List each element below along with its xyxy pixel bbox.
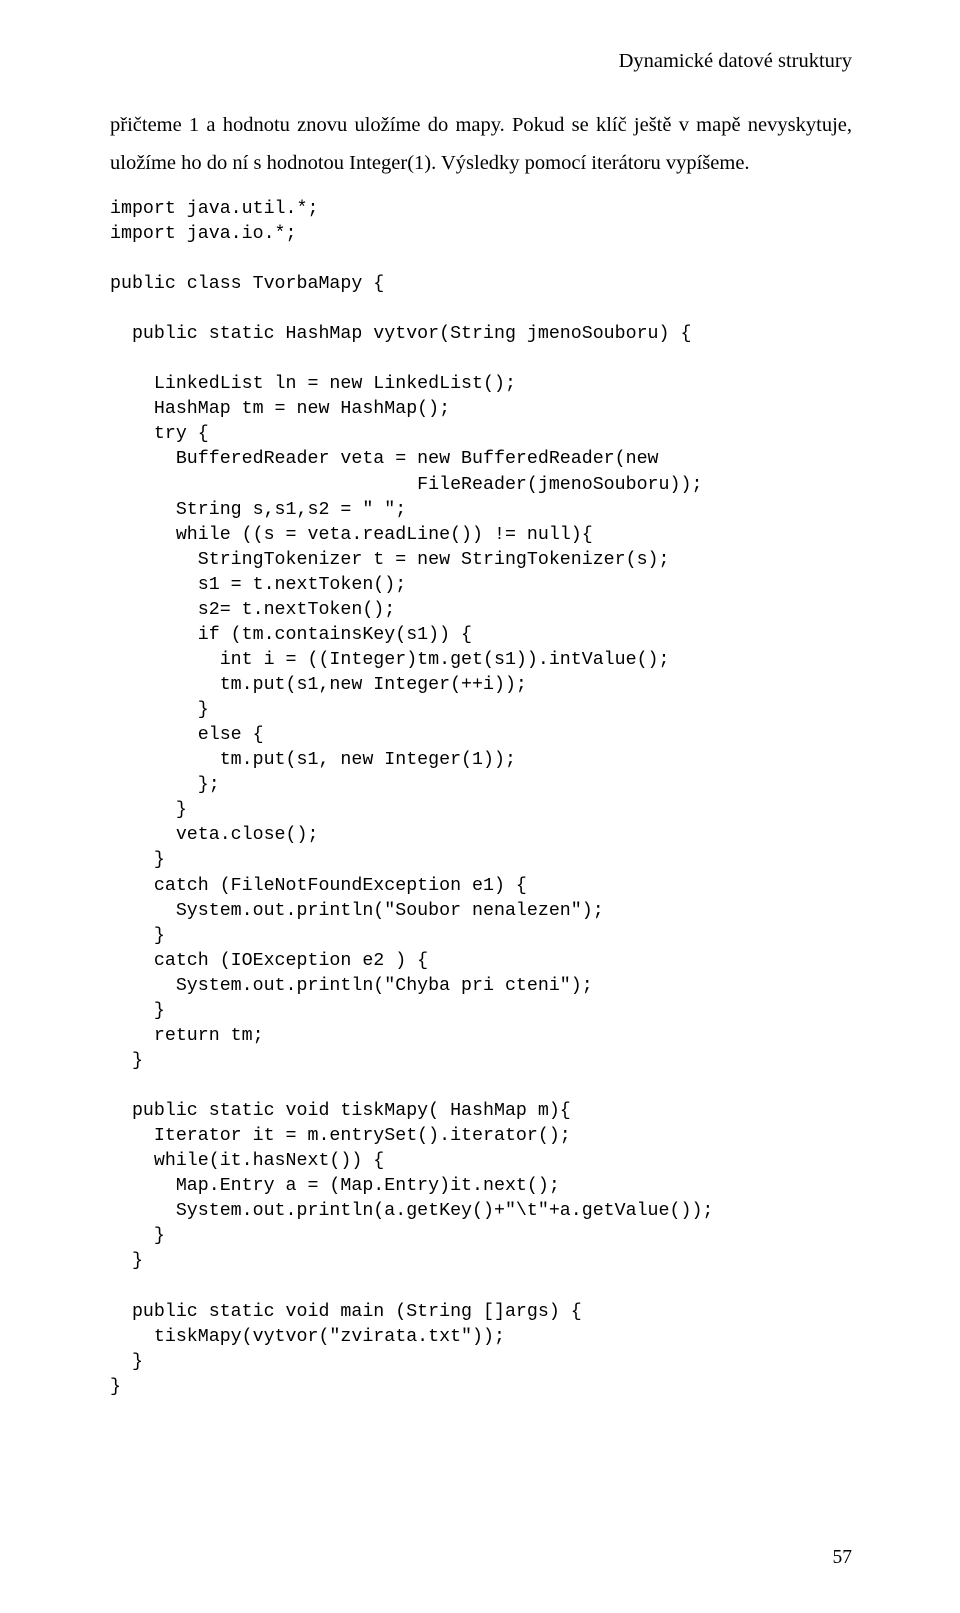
running-header: Dynamické datové struktury: [110, 50, 852, 73]
page-number: 57: [833, 1547, 853, 1569]
code-listing: import java.util.*; import java.io.*; pu…: [110, 197, 852, 1400]
paragraph-intro: přičteme 1 a hodnotu znovu uložíme do ma…: [110, 107, 852, 183]
page: Dynamické datové struktury přičteme 1 a …: [0, 0, 960, 1613]
